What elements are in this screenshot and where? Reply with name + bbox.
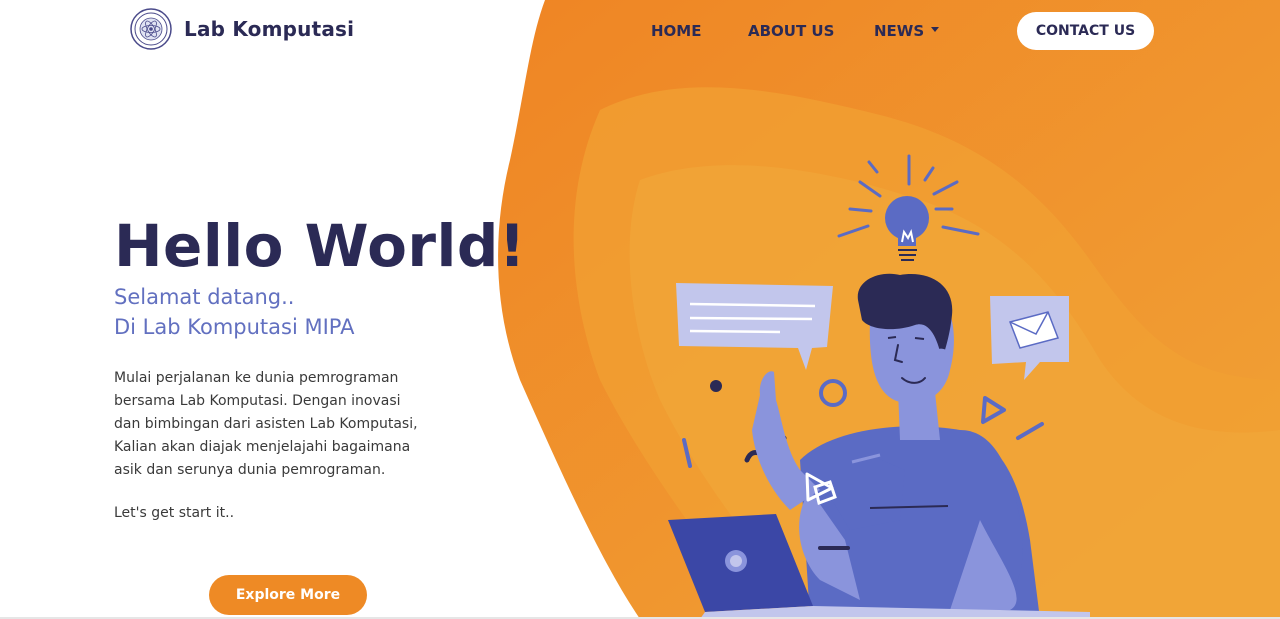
university-seal-icon: [130, 8, 172, 50]
hero-cta-text: Let's get start it..: [114, 505, 235, 521]
chevron-down-icon: [931, 27, 940, 32]
hero-title: Hello World!: [114, 212, 526, 280]
nav-item-news-label: NEWS: [874, 22, 925, 40]
hero-illustration: [668, 154, 1090, 619]
hero-subtitle-line1: Selamat datang..: [114, 285, 295, 309]
hero-subtitle-line2: Di Lab Komputasi MIPA: [114, 315, 355, 339]
email-bubble-icon: [990, 296, 1069, 380]
contact-us-button[interactable]: CONTACT US: [1017, 12, 1154, 50]
nav-item-home[interactable]: HOME: [651, 22, 701, 40]
hero-description: Mulai perjalanan ke dunia pemrograman be…: [114, 370, 418, 478]
chat-bubble-icon: [676, 283, 833, 370]
nav-item-news[interactable]: NEWS: [874, 22, 940, 40]
navbar: Lab Komputasi HOME ABOUT US NEWS CONTACT…: [0, 0, 1280, 62]
brand-name: Lab Komputasi: [184, 17, 355, 41]
hero-text-block: Hello World! Selamat datang.. Di Lab Kom…: [114, 210, 526, 342]
lightbulb-icon: [837, 154, 980, 261]
brand[interactable]: Lab Komputasi: [130, 8, 354, 50]
explore-more-button[interactable]: Explore More: [209, 575, 367, 615]
nav-item-about-us[interactable]: ABOUT US: [748, 22, 834, 40]
